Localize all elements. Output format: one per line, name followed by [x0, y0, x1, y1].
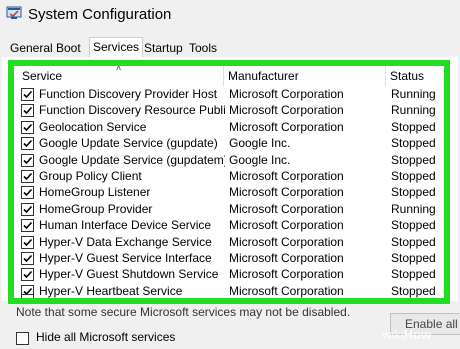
service-checkbox[interactable] [21, 268, 34, 282]
service-manufacturer: Microsoft Corporation [229, 201, 344, 216]
list-item[interactable]: Group Policy Client Microsoft Corporation… [14, 168, 444, 184]
service-manufacturer: Microsoft Corporation [229, 87, 344, 101]
checkmark-icon [23, 222, 33, 230]
service-checkbox[interactable] [21, 153, 34, 167]
column-header-manufacturer[interactable]: Manufacturer [228, 66, 299, 86]
partial-list-item [14, 294, 444, 298]
tab-general[interactable]: General [7, 39, 56, 58]
service-manufacturer: Microsoft Corporation [229, 234, 344, 249]
service-name: Geolocation Service [39, 119, 147, 134]
service-checkbox[interactable] [21, 170, 34, 183]
checkmark-icon [23, 90, 33, 99]
service-manufacturer: Microsoft Corporation [229, 103, 344, 118]
system-configuration-icon [6, 6, 22, 20]
service-checkbox[interactable] [21, 219, 34, 233]
list-item[interactable]: HomeGroup Listener Microsoft Corporation S… [14, 184, 444, 200]
checkmark-icon [23, 254, 33, 263]
checkmark-icon [23, 107, 33, 115]
column-header-service[interactable]: Service [22, 66, 62, 86]
checkmark-icon [23, 156, 33, 164]
sort-ascending-icon: ˄ [116, 66, 122, 73]
list-item[interactable]: Function Discovery Resource Publi... Micr… [14, 102, 444, 118]
service-checkbox[interactable] [21, 235, 34, 249]
service-checkbox[interactable] [21, 137, 34, 151]
tab-tools[interactable]: Tools [186, 39, 220, 58]
service-manufacturer: Google Inc. [229, 152, 291, 167]
list-item[interactable]: Google Update Service (gupdate) Google In… [14, 135, 444, 151]
service-checkbox[interactable] [21, 104, 34, 118]
service-status: Running [391, 87, 436, 101]
services-list[interactable]: ˄ Service Manufacturer Status Function D… [14, 66, 444, 298]
service-manufacturer: Microsoft Corporation [229, 169, 344, 183]
service-name: HomeGroup Listener [39, 185, 151, 200]
service-status: Stopped [391, 251, 436, 265]
service-status: Stopped [391, 152, 436, 167]
service-checkbox[interactable] [21, 88, 34, 101]
title-bar: System Configuration [0, 0, 460, 34]
checkmark-icon [23, 189, 33, 197]
tab-startup[interactable]: Startup [141, 39, 186, 58]
hide-microsoft-services-checkbox[interactable] [16, 332, 29, 345]
service-manufacturer: Microsoft Corporation [229, 251, 344, 265]
hide-microsoft-services-label[interactable]: Hide all Microsoft services [36, 330, 175, 344]
service-checkbox[interactable] [21, 120, 34, 134]
list-item[interactable]: HomeGroup Provider Microsoft Corporation R… [14, 201, 444, 217]
checkmark-icon [23, 123, 33, 131]
service-status: Stopped [391, 267, 436, 282]
service-manufacturer: Google Inc. [229, 136, 291, 151]
service-checkbox[interactable] [21, 252, 34, 265]
tab-services[interactable]: Services [89, 37, 144, 59]
service-name: Hyper-V Data Exchange Service [39, 234, 212, 249]
service-name: Google Update Service (gupdate) [39, 136, 218, 151]
enable-all-button[interactable]: Enable all [390, 313, 460, 335]
list-item[interactable]: Hyper-V Guest Shutdown Service Microsoft … [14, 266, 444, 282]
checkmark-icon [23, 205, 33, 213]
service-status: Stopped [391, 169, 436, 183]
list-item[interactable]: Google Update Service (gupdatem) Google I… [14, 152, 444, 168]
checkmark-icon [23, 172, 33, 181]
service-manufacturer: Microsoft Corporation [229, 119, 344, 134]
service-name: Hyper-V Guest Service Interface [39, 251, 212, 265]
service-manufacturer: Microsoft Corporation [229, 185, 344, 200]
column-header-status[interactable]: Status [390, 66, 424, 86]
service-name: Function Discovery Provider Host [39, 87, 218, 101]
service-name: Google Update Service (gupdatem) [39, 152, 225, 167]
list-header: ˄ Service Manufacturer Status [14, 66, 444, 86]
checkmark-icon [23, 271, 33, 279]
service-name: Function Discovery Resource Publi... [39, 103, 225, 118]
service-status: Running [391, 103, 436, 118]
checkmark-icon [23, 238, 33, 246]
window-title: System Configuration [28, 6, 172, 23]
service-manufacturer: Microsoft Corporation [229, 218, 344, 233]
list-item[interactable]: Hyper-V Data Exchange Service Microsoft C… [14, 234, 444, 250]
service-checkbox[interactable] [21, 202, 34, 216]
checkmark-icon [23, 140, 33, 148]
service-name: HomeGroup Provider [39, 201, 153, 216]
service-status: Stopped [391, 119, 436, 134]
tab-boot[interactable]: Boot [53, 39, 84, 58]
column-divider[interactable] [385, 66, 386, 86]
service-checkbox[interactable] [21, 294, 34, 298]
service-name: Hyper-V Guest Shutdown Service [39, 267, 219, 282]
list-item[interactable]: Hyper-V Guest Service Interface Microsoft… [14, 250, 444, 266]
service-manufacturer: Microsoft Corporation [229, 267, 344, 282]
service-status: Stopped [391, 136, 436, 151]
service-name: Human Interface Device Service [39, 218, 212, 233]
list-item[interactable]: Function Discovery Provider Host Microsof… [14, 86, 444, 102]
service-status: Stopped [391, 234, 436, 249]
service-checkbox[interactable] [21, 186, 34, 200]
column-divider[interactable] [223, 66, 224, 86]
secure-services-note: Note that some secure Microsoft services… [16, 305, 351, 319]
service-status: Stopped [391, 185, 436, 200]
service-name: Group Policy Client [39, 169, 142, 183]
service-status: Running [391, 201, 436, 216]
list-item[interactable]: Human Interface Device Service Microsoft … [14, 217, 444, 233]
service-status: Stopped [391, 218, 436, 233]
list-item[interactable]: Geolocation Service Microsoft Corporation… [14, 119, 444, 135]
